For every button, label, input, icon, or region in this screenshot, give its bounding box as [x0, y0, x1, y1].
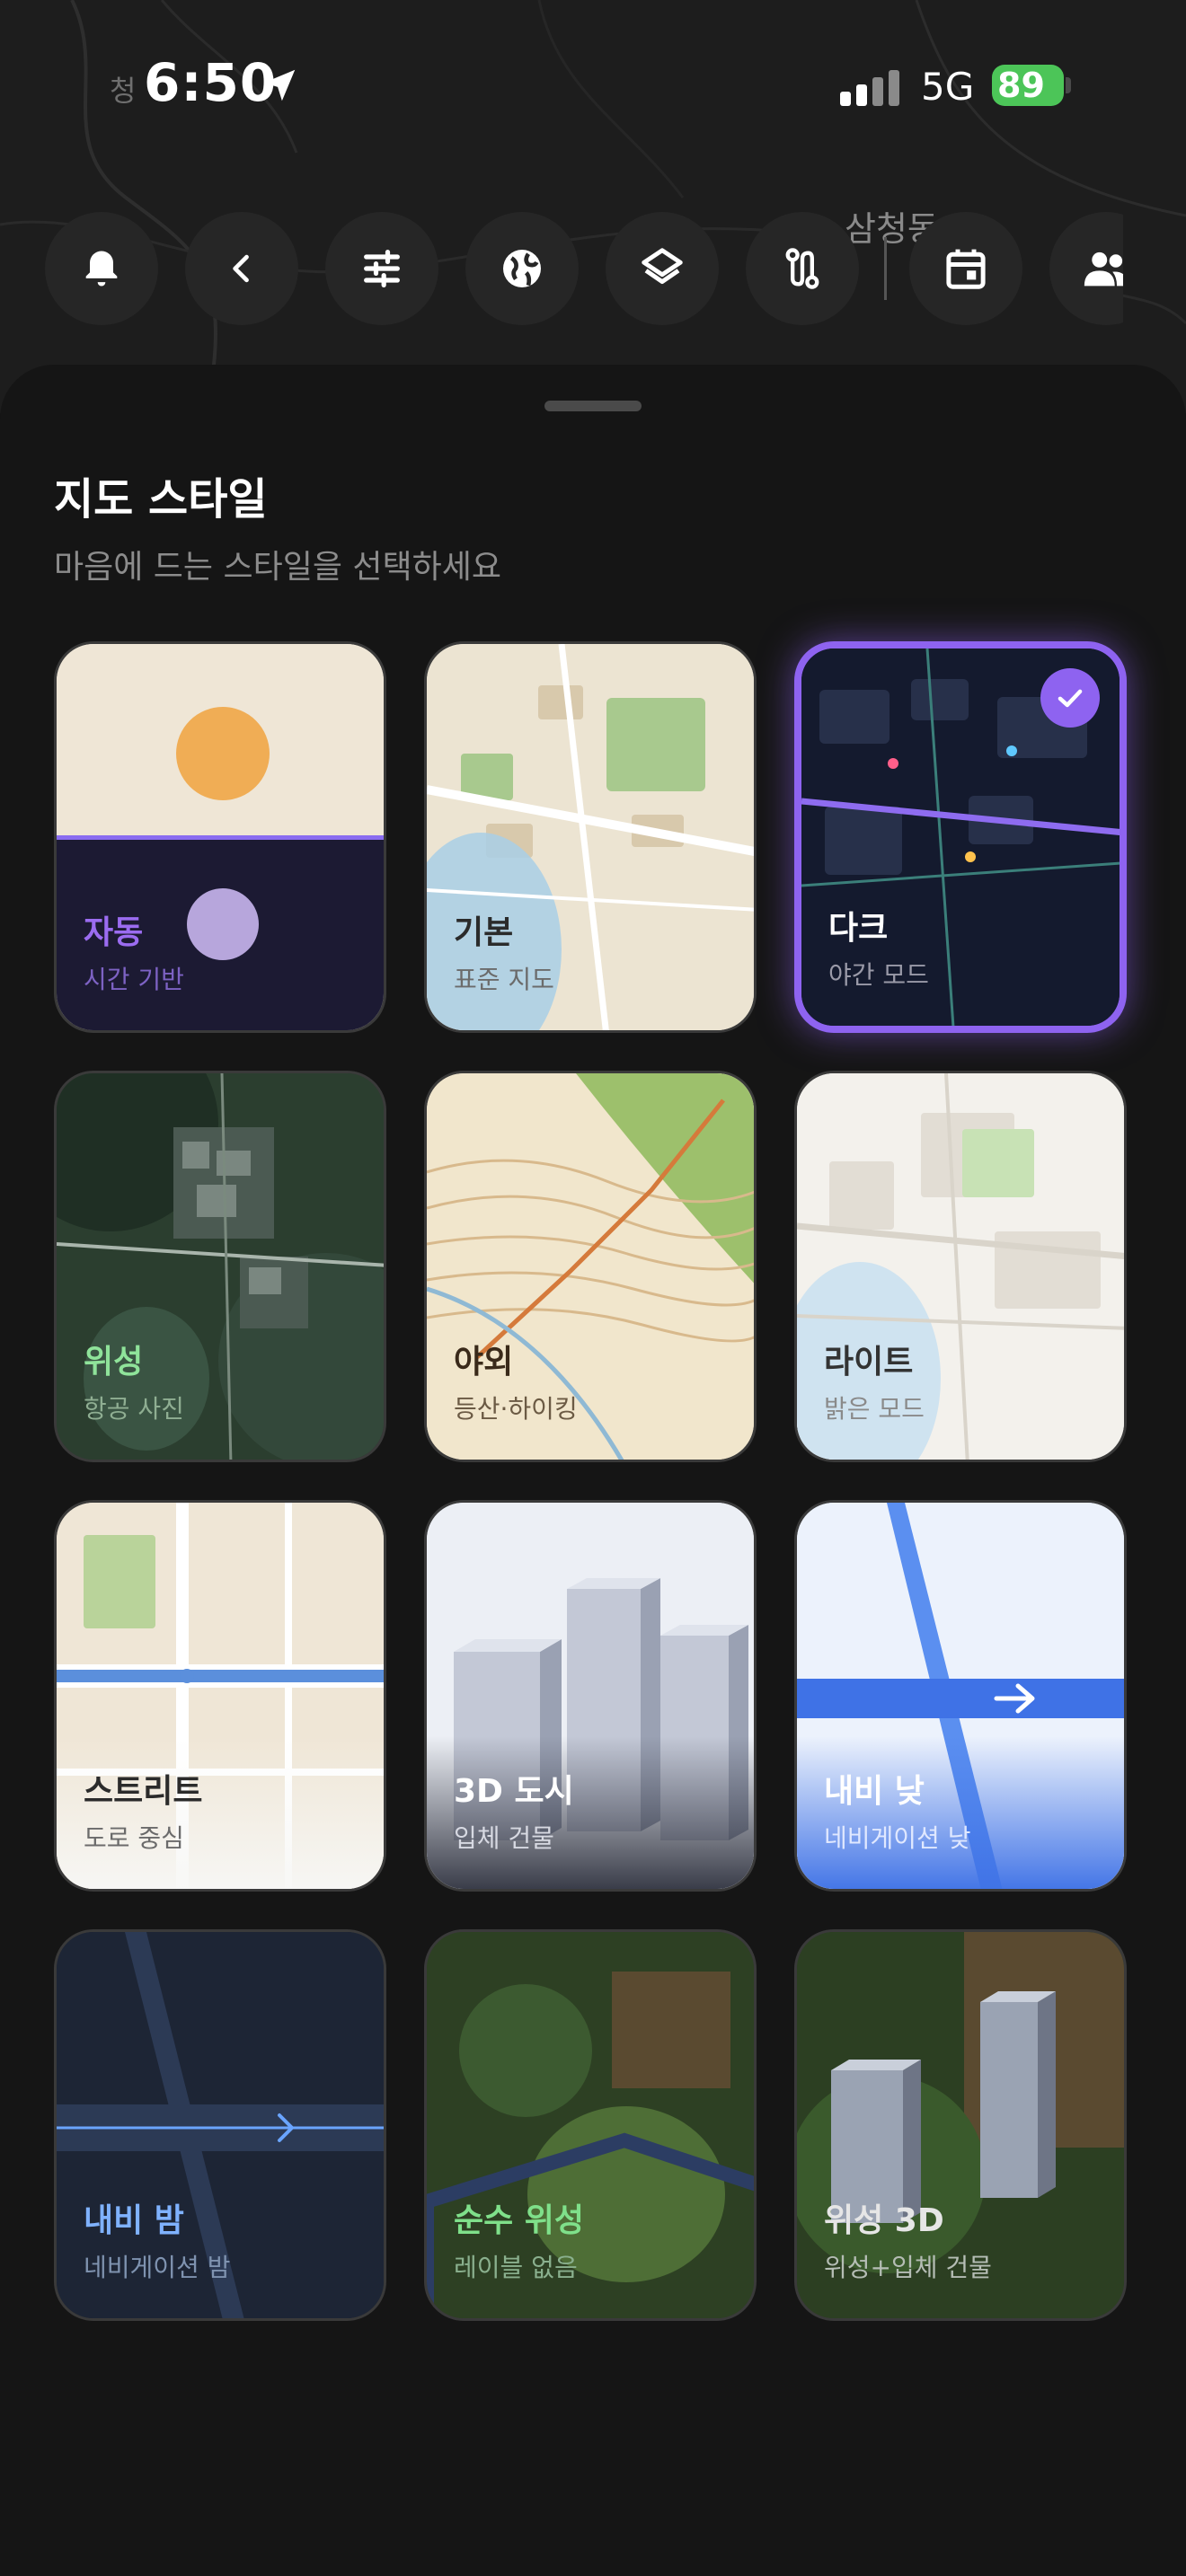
- toolbar-divider: [884, 237, 887, 300]
- layers-icon: [642, 248, 683, 285]
- style-card-pure-satellite[interactable]: 순수 위성 레이블 없음: [424, 1929, 757, 2321]
- style-card-nav-night[interactable]: 내비 밤 네비게이션 밤: [54, 1929, 386, 2321]
- style-label: 스트리트: [84, 1773, 203, 1810]
- people-button[interactable]: [1049, 212, 1123, 325]
- map-style-sheet: 지도 스타일 마음에 드는 스타일을 선택하세요 자동 시간 기반 기본 표준 …: [0, 365, 1186, 2576]
- style-sublabel: 네비게이션 낮: [824, 1823, 971, 1853]
- checkmark-icon: [1058, 689, 1083, 708]
- style-label: 라이트: [824, 1344, 914, 1381]
- style-label: 순수 위성: [454, 2202, 585, 2239]
- map-toolbar: [45, 212, 1123, 325]
- style-card-street[interactable]: 스트리트 도로 중심: [54, 1500, 386, 1892]
- style-sublabel: 네비게이션 밤: [84, 2253, 231, 2282]
- sheet-title: 지도 스타일: [54, 474, 268, 525]
- route-button[interactable]: [746, 212, 859, 325]
- style-card-dark[interactable]: 다크 야간 모드: [794, 641, 1127, 1033]
- battery-indicator: 89: [992, 65, 1064, 106]
- sheet-grabber[interactable]: [544, 401, 642, 411]
- sliders-icon: [364, 249, 400, 288]
- globe-button[interactable]: [465, 212, 579, 325]
- style-label: 내비 낮: [824, 1773, 925, 1810]
- style-card-satellite-3d[interactable]: 위성 3D 위성+입체 건물: [794, 1929, 1127, 2321]
- style-sublabel: 도로 중심: [84, 1823, 184, 1853]
- style-card-light[interactable]: 라이트 밝은 모드: [794, 1071, 1127, 1462]
- style-label: 3D 도시: [454, 1773, 574, 1810]
- style-label: 기본: [454, 914, 514, 951]
- battery-level: 89: [997, 66, 1045, 105]
- style-card-basic[interactable]: 기본 표준 지도: [424, 641, 757, 1033]
- style-sublabel: 등산·하이킹: [454, 1394, 578, 1424]
- style-sublabel: 항공 사진: [84, 1394, 184, 1424]
- style-sublabel: 야간 모드: [828, 960, 929, 990]
- filter-button[interactable]: [325, 212, 438, 325]
- style-label: 다크: [828, 910, 889, 947]
- sheet-subtitle: 마음에 드는 스타일을 선택하세요: [54, 549, 502, 586]
- selected-check-badge: [1040, 668, 1100, 728]
- style-label: 내비 밤: [84, 2202, 184, 2239]
- style-card-nav-day[interactable]: 내비 낮 네비게이션 낮: [794, 1500, 1127, 1892]
- back-icon: [233, 254, 249, 283]
- style-label: 위성 3D: [824, 2202, 944, 2239]
- location-arrow-icon: [263, 69, 296, 101]
- style-label: 위성: [84, 1344, 144, 1381]
- style-label: 야외: [454, 1344, 514, 1381]
- clock-time: 6:50: [144, 52, 278, 113]
- style-sublabel: 위성+입체 건물: [824, 2253, 992, 2282]
- calendar-icon: [946, 249, 986, 289]
- style-card-outdoor[interactable]: 야외 등산·하이킹: [424, 1071, 757, 1462]
- style-sublabel: 레이블 없음: [454, 2253, 578, 2282]
- route-icon: [785, 248, 819, 289]
- style-sublabel: 시간 기반: [84, 965, 184, 994]
- network-type: 5G: [921, 65, 975, 109]
- globe-icon: [503, 250, 541, 287]
- status-bar: 청 6:50 5G 89: [0, 0, 1186, 180]
- people-icon: [1084, 251, 1123, 287]
- style-sublabel: 밝은 모드: [824, 1394, 925, 1424]
- map-label: 청: [110, 74, 137, 108]
- style-card-satellite[interactable]: 위성 항공 사진: [54, 1071, 386, 1462]
- calendar-button[interactable]: [909, 212, 1022, 325]
- notifications-button[interactable]: [45, 212, 158, 325]
- bell-icon: [85, 251, 118, 287]
- style-sublabel: 표준 지도: [454, 965, 554, 994]
- style-card-3d-city[interactable]: 3D 도시 입체 건물: [424, 1500, 757, 1892]
- layers-button[interactable]: [606, 212, 719, 325]
- cellular-signal-icon: [840, 70, 901, 106]
- style-sublabel: 입체 건물: [454, 1823, 554, 1853]
- battery-tip: [1066, 77, 1071, 93]
- style-label: 자동: [84, 914, 144, 951]
- style-card-auto[interactable]: 자동 시간 기반: [54, 641, 386, 1033]
- back-button[interactable]: [185, 212, 298, 325]
